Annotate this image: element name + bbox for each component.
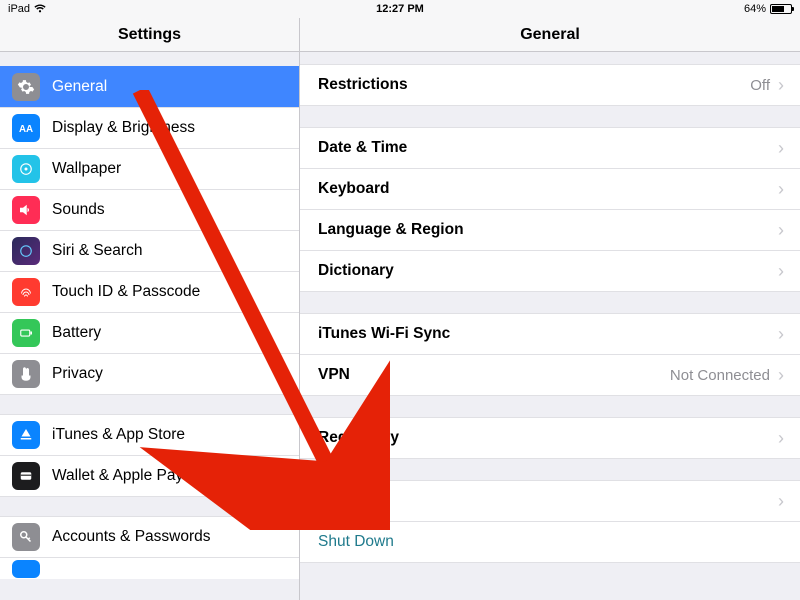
detail-group: Restrictions Off › <box>300 64 800 106</box>
detail-item-language-region[interactable]: Language & Region › <box>300 209 800 251</box>
sidebar-item-itunes[interactable]: iTunes & App Store <box>0 414 299 456</box>
hand-icon <box>12 360 40 388</box>
sidebar-item-label: Sounds <box>52 201 105 219</box>
sidebar-item-touchid[interactable]: Touch ID & Passcode <box>0 271 299 313</box>
detail-item-shut-down[interactable]: Shut Down <box>300 521 800 563</box>
detail-item-value: Off <box>750 77 770 94</box>
sidebar-item-general[interactable]: General <box>0 66 299 108</box>
sidebar-item-label: Siri & Search <box>52 242 142 260</box>
detail-panel: Restrictions Off › Date & Time › Keyboar… <box>300 52 800 600</box>
fingerprint-icon <box>12 278 40 306</box>
sidebar-item-label: Display & Brightness <box>52 119 195 137</box>
brightness-icon: AA <box>12 114 40 142</box>
detail-item-keyboard[interactable]: Keyboard › <box>300 168 800 210</box>
detail-item-vpn[interactable]: VPN Not Connected › <box>300 354 800 396</box>
chevron-right-icon: › <box>778 179 784 200</box>
detail-group: Regulatory › <box>300 417 800 459</box>
battery-icon <box>770 4 792 14</box>
mail-icon <box>12 560 40 578</box>
detail-item-label: Shut Down <box>318 533 784 551</box>
sidebar: General AA Display & Brightness Wallpape… <box>0 52 300 600</box>
sidebar-item-wallpaper[interactable]: Wallpaper <box>0 148 299 190</box>
detail-title: General <box>300 18 800 51</box>
detail-item-label: Date & Time <box>318 139 778 157</box>
sidebar-item-sounds[interactable]: Sounds <box>0 189 299 231</box>
chevron-right-icon: › <box>778 324 784 345</box>
status-bar: iPad 12:27 PM 64% <box>0 0 800 18</box>
sidebar-item-label: Accounts & Passwords <box>52 528 211 546</box>
detail-group: Date & Time › Keyboard › Language & Regi… <box>300 127 800 292</box>
detail-item-label: Language & Region <box>318 221 778 239</box>
detail-item-dictionary[interactable]: Dictionary › <box>300 250 800 292</box>
sidebar-item-label: Wallet & Apple Pay <box>52 467 183 485</box>
sidebar-group: General AA Display & Brightness Wallpape… <box>0 66 299 395</box>
key-icon <box>12 523 40 551</box>
detail-item-restrictions[interactable]: Restrictions Off › <box>300 64 800 106</box>
detail-item-label: Restrictions <box>318 76 750 94</box>
detail-item-label: VPN <box>318 366 670 384</box>
detail-item-label: Dictionary <box>318 262 778 280</box>
appstore-icon <box>12 421 40 449</box>
chevron-right-icon: › <box>778 220 784 241</box>
sidebar-item-accounts[interactable]: Accounts & Passwords <box>0 516 299 558</box>
sidebar-item-label: Privacy <box>52 365 103 383</box>
device-label: iPad <box>8 3 30 15</box>
chevron-right-icon: › <box>778 428 784 449</box>
sidebar-item-battery[interactable]: Battery <box>0 312 299 354</box>
sidebar-group: Accounts & Passwords <box>0 516 299 579</box>
sidebar-item-label: Wallpaper <box>52 160 121 178</box>
sidebar-item-label: iTunes & App Store <box>52 426 185 444</box>
detail-item-date-time[interactable]: Date & Time › <box>300 127 800 169</box>
detail-item-reset[interactable]: set › <box>300 480 800 522</box>
header-titles: Settings General <box>0 18 800 52</box>
battery-percent: 64% <box>744 3 766 15</box>
detail-item-label: iTunes Wi-Fi Sync <box>318 325 778 343</box>
sidebar-item-label: Touch ID & Passcode <box>52 283 200 301</box>
sidebar-item-label: Battery <box>52 324 101 342</box>
detail-group: iTunes Wi-Fi Sync › VPN Not Connected › <box>300 313 800 396</box>
sidebar-item-privacy[interactable]: Privacy <box>0 353 299 395</box>
gear-icon <box>12 73 40 101</box>
detail-item-itunes-wifi[interactable]: iTunes Wi-Fi Sync › <box>300 313 800 355</box>
chevron-right-icon: › <box>778 75 784 96</box>
wifi-icon <box>34 4 46 14</box>
battery-icon <box>12 319 40 347</box>
sidebar-item-siri[interactable]: Siri & Search <box>0 230 299 272</box>
wallpaper-icon <box>12 155 40 183</box>
sidebar-group: iTunes & App Store Wallet & Apple Pay <box>0 414 299 497</box>
detail-item-label: Keyboard <box>318 180 778 198</box>
sidebar-title: Settings <box>0 18 300 51</box>
chevron-right-icon: › <box>778 365 784 386</box>
detail-item-label: Regulatory <box>318 429 778 447</box>
chevron-right-icon: › <box>778 138 784 159</box>
sounds-icon <box>12 196 40 224</box>
detail-item-label: set <box>334 492 778 510</box>
detail-group: set › Shut Down <box>300 480 800 563</box>
sidebar-item-wallet[interactable]: Wallet & Apple Pay <box>0 455 299 497</box>
sidebar-item-mail[interactable] <box>0 557 299 579</box>
sidebar-item-display[interactable]: AA Display & Brightness <box>0 107 299 149</box>
sidebar-item-label: General <box>52 78 107 96</box>
chevron-right-icon: › <box>778 261 784 282</box>
clock: 12:27 PM <box>376 3 424 15</box>
chevron-right-icon: › <box>778 491 784 512</box>
detail-item-value: Not Connected <box>670 367 770 384</box>
detail-item-regulatory[interactable]: Regulatory › <box>300 417 800 459</box>
siri-icon <box>12 237 40 265</box>
wallet-icon <box>12 462 40 490</box>
svg-text:AA: AA <box>19 124 33 135</box>
